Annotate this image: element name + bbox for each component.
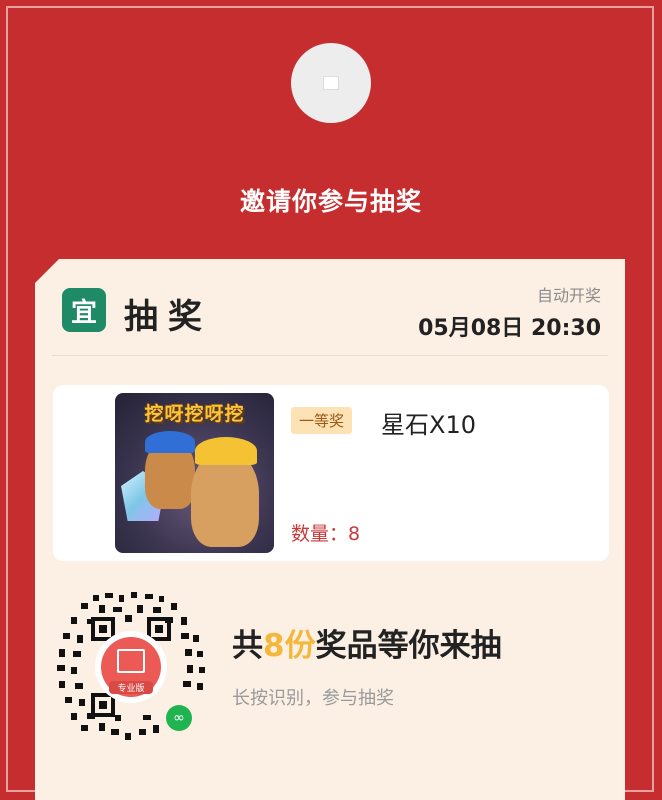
cat-character-icon xyxy=(191,451,259,547)
auto-open-label: 自动开奖 xyxy=(536,286,601,305)
image-placeholder-icon xyxy=(323,76,339,90)
helmet-icon xyxy=(195,437,257,465)
divider xyxy=(52,355,608,356)
helmet-icon xyxy=(145,431,195,453)
prize-quantity: 数量：8 xyxy=(291,523,361,545)
prize-tier-badge: 一等奖 xyxy=(291,407,353,434)
qr-pro-badge: 专业版 xyxy=(109,681,153,694)
share-title-suffix: 奖品等你来抽 xyxy=(315,628,502,664)
game-title: 挖呀挖呀挖 xyxy=(144,403,245,425)
qr-code[interactable]: 专业版 ∞ xyxy=(53,589,209,745)
avatar xyxy=(291,43,371,123)
gift-icon xyxy=(117,649,145,673)
prize-count: 8份 xyxy=(263,628,316,664)
lottery-label: 抽奖 xyxy=(124,297,212,337)
app-logo: 宜 xyxy=(62,288,106,332)
mini-program-icon: ∞ xyxy=(166,705,192,731)
lottery-card[interactable]: 宜 抽奖 自动开奖 05月08日 20:30 挖呀挖呀挖 一等奖 星石X10 数… xyxy=(35,259,625,800)
prize-card[interactable]: 挖呀挖呀挖 一等奖 星石X10 数量：8 xyxy=(53,385,609,561)
prize-image: 挖呀挖呀挖 xyxy=(115,393,274,553)
share-subtitle: 长按识别，参与抽奖 xyxy=(232,688,394,709)
share-title: 共8份奖品等你来抽 xyxy=(232,620,502,665)
invite-title: 邀请你参与抽奖 xyxy=(239,187,422,216)
prize-name: 星石X10 xyxy=(381,411,476,439)
draw-time: 05月08日 20:30 xyxy=(418,316,601,341)
share-title-prefix: 共 xyxy=(232,628,263,664)
